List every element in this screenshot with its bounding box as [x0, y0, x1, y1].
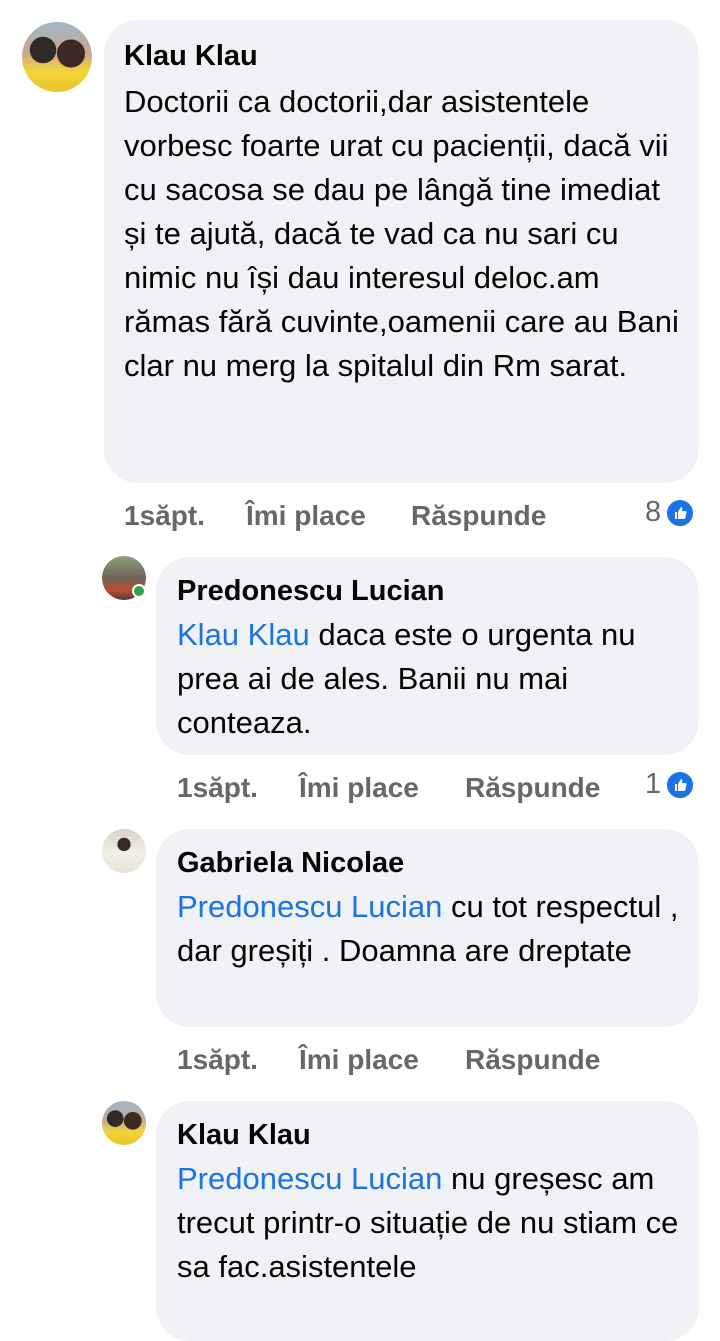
comment-actions: 1săpt. Îmi place Răspunde: [177, 1044, 617, 1080]
comment-text: Klau Klau daca este o urgenta nu prea ai…: [177, 613, 679, 745]
avatar[interactable]: [22, 22, 92, 92]
reaction-count[interactable]: 8: [645, 496, 696, 529]
mention-link[interactable]: Klau Klau: [177, 617, 310, 652]
comment-author[interactable]: Gabriela Nicolae: [177, 845, 679, 881]
comment-time[interactable]: 1săpt.: [177, 772, 258, 804]
comment-text: Predonescu Lucian cu tot respectul , dar…: [177, 885, 679, 973]
mention-link[interactable]: Predonescu Lucian: [177, 889, 442, 924]
like-button[interactable]: Îmi place: [299, 772, 419, 804]
comment-time[interactable]: 1săpt.: [177, 1044, 258, 1076]
comment-bubble: Klau Klau Predonescu Lucian nu greșesc a…: [156, 1101, 699, 1341]
mention-link[interactable]: Predonescu Lucian: [177, 1161, 442, 1196]
comment-bubble: Predonescu Lucian Klau Klau daca este o …: [156, 557, 699, 755]
comment-text: Doctorii ca doctorii,dar asistentele vor…: [124, 84, 679, 383]
comment-bubble: Klau Klau Doctorii ca doctorii,dar asist…: [104, 20, 699, 483]
reply-button[interactable]: Răspunde: [411, 500, 546, 532]
avatar[interactable]: [102, 1101, 146, 1145]
comment-author[interactable]: Klau Klau: [124, 38, 679, 74]
comment-actions: 1săpt. Îmi place Răspunde: [124, 500, 564, 536]
thumbs-up-icon: [665, 769, 696, 800]
reaction-count[interactable]: 1: [645, 768, 696, 801]
comment-author[interactable]: Klau Klau: [177, 1117, 679, 1153]
thumbs-up-icon: [665, 497, 696, 528]
comment-time[interactable]: 1săpt.: [124, 500, 205, 532]
online-status-badge: [132, 584, 146, 598]
like-button[interactable]: Îmi place: [299, 1044, 419, 1076]
comment-author[interactable]: Predonescu Lucian: [177, 573, 679, 609]
comment-actions: 1săpt. Îmi place Răspunde: [177, 772, 617, 808]
comment-bubble: Gabriela Nicolae Predonescu Lucian cu to…: [156, 829, 699, 1027]
reply-button[interactable]: Răspunde: [465, 1044, 600, 1076]
reaction-count-value: 1: [645, 768, 662, 800]
reply-button[interactable]: Răspunde: [465, 772, 600, 804]
reaction-count-value: 8: [645, 496, 662, 528]
like-button[interactable]: Îmi place: [246, 500, 366, 532]
comment-text: Predonescu Lucian nu greșesc am trecut p…: [177, 1157, 679, 1289]
avatar[interactable]: [102, 829, 146, 873]
